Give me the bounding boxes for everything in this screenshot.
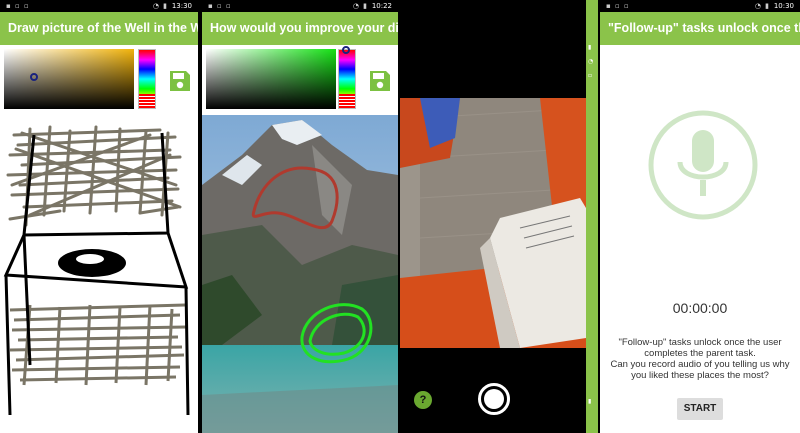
task-description: "Follow-up" tasks unlock once the user c… — [606, 337, 794, 381]
picker-cursor[interactable] — [30, 73, 38, 81]
signal-icons: ◔ ▮ — [754, 2, 770, 10]
recording-timer: 00:00:00 — [672, 300, 728, 316]
description-line: Can you record audio of you telling us w… — [610, 359, 790, 370]
status-time: 10:22 — [371, 2, 392, 10]
saturation-picker[interactable] — [206, 49, 336, 109]
camera-screen: ▮ ◔ ▫ ▮ ? — [400, 0, 598, 433]
picker-cursor[interactable] — [342, 46, 350, 54]
photo-drawing-canvas[interactable] — [202, 115, 398, 433]
sidebar-indicator: ◔ — [588, 58, 594, 65]
microphone-icon — [648, 110, 758, 220]
save-icon[interactable] — [168, 69, 192, 93]
sidebar-indicator: ▮ — [588, 398, 592, 405]
status-icons: ▪ ▫ ▫ — [6, 2, 30, 10]
description-line: you liked these places the most? — [631, 370, 769, 381]
status-bar: ▪ ▫ ▫ ◔ ▮ 10:22 — [202, 0, 398, 12]
status-time: 10:30 — [773, 2, 794, 10]
description-line: completes the parent task. — [644, 348, 756, 359]
status-time: 13:30 — [171, 2, 192, 10]
drawing-screen-photo: ▪ ▫ ▫ ◔ ▮ 10:22 How would you improve yo… — [202, 0, 398, 433]
save-icon[interactable] — [368, 69, 392, 93]
drawing-canvas[interactable] — [0, 115, 198, 433]
screen-title: "Follow-up" tasks unlock once the... — [600, 12, 800, 45]
status-bar: ▪ ▫ ▫ ◔ ▮ 13:30 — [0, 0, 198, 12]
drawing-screen-well: ▪ ▫ ▫ ◔ ▮ 13:30 Draw picture of the Well… — [0, 0, 198, 433]
description-line: "Follow-up" tasks unlock once the user — [618, 337, 782, 348]
hue-slider[interactable] — [138, 49, 156, 109]
start-button[interactable]: START — [677, 398, 723, 420]
camera-viewfinder — [400, 98, 586, 348]
status-icons: ▪ ▫ ▫ — [606, 2, 630, 10]
saturation-picker[interactable] — [4, 49, 134, 109]
audio-record-screen: ▪ ▫ ▫ ◔ ▮ 10:30 "Follow-up" tasks unlock… — [600, 0, 800, 433]
shutter-icon[interactable] — [478, 383, 510, 415]
sidebar-indicator: ▫ — [588, 72, 593, 79]
screen-title: How would you improve your disli... — [202, 12, 398, 45]
screen-title: Draw picture of the Well in the Wel... — [0, 12, 198, 45]
hue-slider[interactable] — [338, 46, 356, 109]
camera-side-bar: ▮ ◔ ▫ ▮ — [586, 0, 598, 433]
color-picker — [202, 45, 398, 115]
status-bar: ▪ ▫ ▫ ◔ ▮ 10:30 — [600, 0, 800, 12]
color-picker — [0, 45, 198, 115]
signal-icons: ◔ ▮ — [152, 2, 168, 10]
help-button[interactable]: ? — [414, 391, 432, 409]
status-icons: ▪ ▫ ▫ — [208, 2, 232, 10]
sidebar-indicator: ▮ — [588, 44, 592, 51]
signal-icons: ◔ ▮ — [352, 2, 368, 10]
